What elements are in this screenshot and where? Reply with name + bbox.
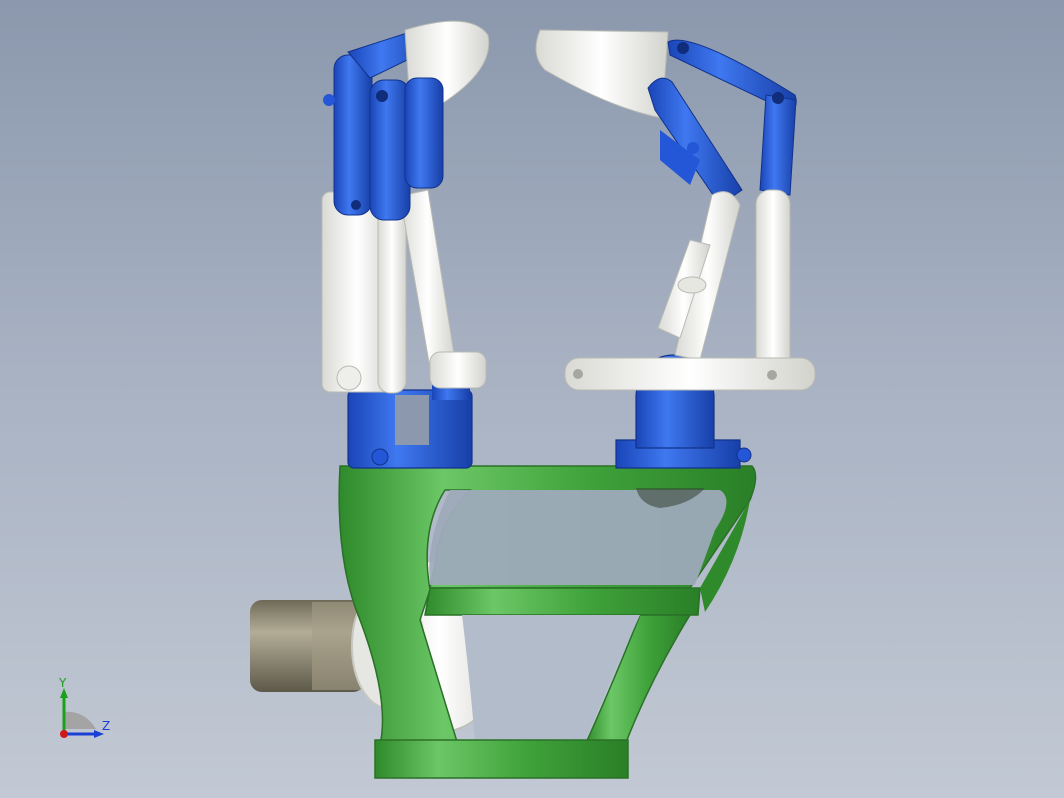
motor bbox=[250, 600, 365, 692]
axis-triad-graphic bbox=[60, 688, 104, 738]
cad-viewport[interactable]: Y Z bbox=[0, 0, 1064, 798]
y-axis-label: Y bbox=[59, 676, 67, 690]
gripper-model bbox=[250, 20, 816, 779]
right-finger bbox=[535, 29, 816, 391]
axis-triad: Y Z bbox=[44, 674, 124, 754]
z-axis-label: Z bbox=[102, 719, 111, 733]
gripper-base bbox=[338, 465, 757, 779]
left-finger bbox=[321, 20, 490, 394]
